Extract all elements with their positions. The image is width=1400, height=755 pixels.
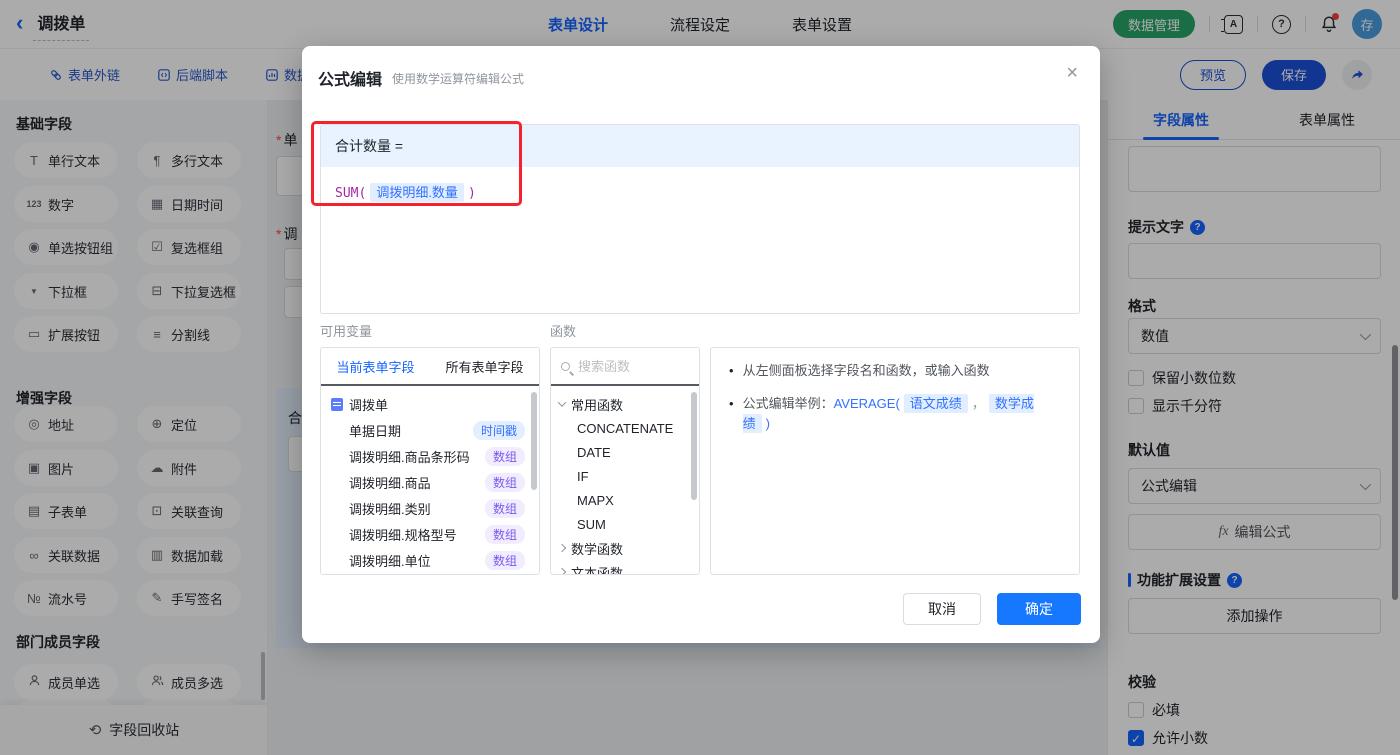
modal-footer: 取消 确定 [903,593,1081,625]
formula-editor[interactable]: 合计数量 = SUM(调拨明细.数量) [320,124,1080,314]
functions-scrollbar[interactable] [691,392,697,500]
variable-item[interactable]: 调拨明细.单位 数组 [321,547,539,573]
tree-root-form[interactable]: 调拨单 [321,391,539,417]
example-chip: 语文成绩 [903,394,968,413]
app-window: ‹ 调拨单 表单设计 流程设定 表单设置 数据管理 A ? 存 表单外链 后端脚… [0,0,1400,755]
formula-target: 合计数量 = [321,125,1079,167]
functions-tree: 常用函数 CONCATENATE DATE IF MAPX SUM 数学函数 文… [551,386,699,574]
function-group-common[interactable]: 常用函数 [551,392,699,416]
function-search-input[interactable] [578,358,678,374]
variables-tree: 调拨单 单据日期 时间戳 调拨明细.商品条形码 数组 调拨明细.商品 数组 调拨… [321,386,539,573]
function-item[interactable]: IF [551,464,699,488]
modal-subtitle: 使用数学运算符编辑公式 [392,72,525,86]
variables-tabs: 当前表单字段 所有表单字段 [321,348,539,386]
variable-item[interactable]: 调拨明细.商品条形码 数组 [321,443,539,469]
function-item[interactable]: SUM [551,512,699,536]
close-icon[interactable]: × [1066,62,1078,85]
variables-label: 可用变量 [320,324,373,339]
type-badge: 数组 [484,472,525,492]
functions-panel: 常用函数 CONCATENATE DATE IF MAPX SUM 数学函数 文… [550,347,700,575]
type-badge: 数组 [484,446,525,466]
tab-all-form-fields[interactable]: 所有表单字段 [445,357,523,376]
chevron-down-icon [557,398,567,407]
function-item[interactable]: MAPX [551,488,699,512]
chevron-right-icon [557,567,567,574]
tip-line-2: • 公式编辑举例：AVERAGE(语文成绩，数学成绩) [729,394,1061,434]
function-group-math[interactable]: 数学函数 [551,536,699,560]
variable-item[interactable]: 调拨明细.规格型号 数组 [321,521,539,547]
formula-close-paren: ) [467,186,476,201]
function-item[interactable]: CONCATENATE [551,416,699,440]
function-search[interactable] [551,348,699,386]
confirm-button[interactable]: 确定 [997,593,1081,625]
variables-panel: 当前表单字段 所有表单字段 调拨单 单据日期 时间戳 调拨明细.商品条形码 数组… [320,347,540,575]
type-badge: 数组 [484,498,525,518]
bullet-icon: • [729,396,734,411]
tip-line-1: • 从左侧面板选择字段名和函数，或输入函数 [729,361,1061,381]
tips-panel: • 从左侧面板选择字段名和函数，或输入函数 • 公式编辑举例：AVERAGE(语… [710,347,1080,575]
variable-item[interactable]: 调拨明细.类别 数组 [321,495,539,521]
modal-title: 公式编辑 [318,72,383,89]
variables-scrollbar[interactable] [531,392,537,490]
type-badge: 数组 [484,524,525,544]
function-item[interactable]: DATE [551,440,699,464]
formula-argument-chip[interactable]: 调拨明细.数量 [370,183,464,202]
variable-item[interactable]: 调拨明细.商品 数组 [321,469,539,495]
form-doc-icon [331,397,343,411]
cancel-button[interactable]: 取消 [903,593,981,625]
type-badge: 时间戳 [472,420,525,440]
variable-item[interactable]: 单据日期 时间戳 [321,417,539,443]
chevron-right-icon [557,543,567,553]
formula-function: SUM( [335,186,367,201]
function-group-text[interactable]: 文本函数 [551,560,699,574]
type-badge: 数组 [484,550,525,570]
functions-label: 函数 [550,324,577,339]
search-icon [561,361,570,371]
formula-expression[interactable]: SUM(调拨明细.数量) [321,167,1079,216]
bullet-icon: • [729,363,734,378]
tab-current-form-fields[interactable]: 当前表单字段 [336,357,414,376]
formula-edit-modal: 公式编辑 使用数学运算符编辑公式 × 合计数量 = SUM(调拨明细.数量) 可… [302,46,1100,643]
